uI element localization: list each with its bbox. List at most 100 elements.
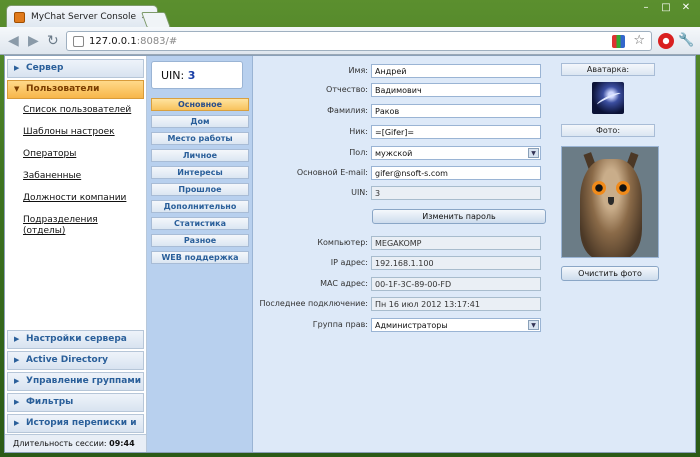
- field-uin: UIN: 3: [254, 186, 554, 200]
- section-interests[interactable]: Интересы: [151, 166, 249, 179]
- maximize-icon[interactable]: □: [658, 2, 674, 14]
- users-submenu: Список пользователей Шаблоны настроек Оп…: [5, 99, 146, 237]
- field-label: UIN:: [351, 188, 368, 197]
- field-first-name: Имя: Андрей: [254, 64, 554, 78]
- gender-select[interactable]: мужской ▼: [371, 146, 541, 160]
- nick-input[interactable]: =[Gifer]=: [371, 125, 541, 139]
- triangle-right-icon: ▶: [14, 335, 20, 343]
- submenu-positions[interactable]: Должности компании: [23, 193, 146, 204]
- tab-title: MyChat Server Console: [31, 12, 137, 22]
- field-mac: MAC адрес: 00-1F-3C-89-00-FD: [254, 277, 554, 291]
- field-nick: Ник: =[Gifer]=: [254, 125, 554, 139]
- user-photo[interactable]: [561, 146, 659, 258]
- chevron-down-icon[interactable]: ▼: [528, 148, 539, 158]
- field-label: Группа прав:: [312, 320, 368, 329]
- session-duration: Длительность сессии: 09:44: [5, 434, 146, 452]
- back-icon[interactable]: ◀: [8, 33, 19, 49]
- mac-field: 00-1F-3C-89-00-FD: [371, 277, 541, 291]
- sidebar-item-history[interactable]: ▶История переписки и логи: [7, 414, 144, 445]
- session-label: Длительность сессии:: [13, 439, 107, 448]
- section-additional[interactable]: Дополнительно: [151, 200, 249, 213]
- sidebar-item-label: Сервер: [26, 63, 64, 73]
- triangle-right-icon: ▶: [14, 419, 20, 427]
- section-personal[interactable]: Личное: [151, 149, 249, 162]
- submenu-user-list[interactable]: Список пользователей: [23, 105, 146, 116]
- first-name-input[interactable]: Андрей: [371, 64, 541, 78]
- new-tab-button[interactable]: [141, 12, 171, 28]
- submenu-templates[interactable]: Шаблоны настроек: [23, 127, 146, 138]
- section-misc[interactable]: Разное: [151, 234, 249, 247]
- app-favicon-icon: [14, 12, 25, 23]
- computer-field: MEGAKOMP: [371, 236, 541, 250]
- reload-icon[interactable]: ↻: [47, 33, 59, 49]
- owl-eye-right: [616, 181, 630, 195]
- section-home[interactable]: Дом: [151, 115, 249, 128]
- avatar-swirl: [595, 90, 623, 108]
- chevron-down-icon[interactable]: ▼: [528, 320, 539, 330]
- browser-window: MyChat Server Console ✕ – □ ✕ ◀ ▶ ↻ 127.…: [0, 0, 700, 457]
- session-value: 09:44: [109, 439, 135, 448]
- sidebar-item-server[interactable]: ▶ Сервер: [7, 59, 144, 78]
- avatar-caption: Аватарка:: [561, 63, 655, 76]
- field-label: Имя:: [348, 66, 368, 75]
- url-path: :8083/#: [136, 36, 178, 47]
- field-rights-group: Группа прав: Администраторы ▼: [254, 318, 554, 332]
- sidebar-item-active-directory[interactable]: ▶ Active Directory: [7, 351, 144, 370]
- clear-photo-button[interactable]: Очистить фото: [561, 266, 659, 281]
- field-label: Пол:: [349, 148, 368, 157]
- sidebar-item-label: Active Directory: [26, 355, 109, 365]
- browser-tab[interactable]: MyChat Server Console ✕: [6, 5, 158, 28]
- window-controls: – □ ✕: [638, 2, 694, 14]
- adblock-icon[interactable]: [658, 33, 674, 49]
- field-label: MAC адрес:: [320, 279, 368, 288]
- triangle-right-icon: ▶: [14, 398, 20, 406]
- field-label: Отчество:: [326, 85, 368, 94]
- rights-group-value: Администраторы: [375, 321, 448, 330]
- field-ip: IP адрес: 192.168.1.100: [254, 256, 554, 270]
- submenu-banned[interactable]: Забаненные: [23, 171, 146, 182]
- triangle-right-icon: ▶: [14, 356, 20, 364]
- sidebar-item-groups[interactable]: ▶ Управление группами: [7, 372, 144, 391]
- last-connect-field: Пн 16 июл 2012 13:17:41: [371, 297, 541, 311]
- field-computer: Компьютер: MEGAKOMP: [254, 236, 554, 250]
- field-label: Последнее подключение:: [259, 299, 368, 308]
- profile-form: Имя: Андрей Отчество: Вадимович Фамилия: Ра…: [254, 56, 554, 452]
- section-statistics[interactable]: Статистика: [151, 217, 249, 230]
- sidebar-item-label: Настройки сервера: [26, 334, 127, 344]
- minimize-icon[interactable]: –: [638, 2, 654, 14]
- section-past[interactable]: Прошлое: [151, 183, 249, 196]
- sidebar-item-filters[interactable]: ▶ Фильтры: [7, 393, 144, 412]
- submenu-departments[interactable]: Подразделения (отделы): [23, 215, 123, 237]
- field-label: Фамилия:: [327, 106, 368, 115]
- patronymic-input[interactable]: Вадимович: [371, 83, 541, 97]
- change-password-button[interactable]: Изменить пароль: [372, 209, 546, 224]
- forward-icon[interactable]: ▶: [28, 33, 39, 49]
- sidebar-item-users[interactable]: ▼ Пользователи: [7, 80, 144, 99]
- page-icon: [73, 36, 84, 47]
- section-main[interactable]: Основное: [151, 98, 249, 111]
- triangle-right-icon: ▶: [14, 64, 20, 72]
- section-work[interactable]: Место работы: [151, 132, 249, 145]
- left-sidebar: ▶ Сервер ▼ Пользователи Список пользоват…: [5, 56, 147, 452]
- sidebar-item-server-settings[interactable]: ▶ Настройки сервера: [7, 330, 144, 349]
- gender-value: мужской: [375, 149, 413, 158]
- rights-group-select[interactable]: Администраторы ▼: [371, 318, 541, 332]
- submenu-operators[interactable]: Операторы: [23, 149, 146, 160]
- last-name-input[interactable]: Раков: [371, 104, 541, 118]
- url-host: 127.0.0.1: [89, 36, 137, 47]
- uin-display: UIN: 3: [151, 61, 243, 89]
- uin-label: UIN:: [161, 69, 185, 82]
- field-gender: Пол: мужской ▼: [254, 146, 554, 160]
- owl-beak: [608, 197, 614, 205]
- wrench-icon[interactable]: 🔧: [678, 33, 694, 49]
- field-patronymic: Отчество: Вадимович: [254, 83, 554, 97]
- extension-icon[interactable]: [612, 35, 625, 48]
- address-bar[interactable]: 127.0.0.1:8083/# ☆: [66, 31, 652, 51]
- window-close-icon[interactable]: ✕: [678, 2, 694, 14]
- email-input[interactable]: gifer@nsoft-s.com: [371, 166, 541, 180]
- bookmark-star-icon[interactable]: ☆: [633, 33, 645, 48]
- avatar-image[interactable]: [592, 82, 624, 114]
- uin-value: 3: [187, 69, 196, 82]
- sidebar-item-label: Управление группами: [26, 376, 142, 386]
- section-web-support[interactable]: WEB поддержка: [151, 251, 249, 264]
